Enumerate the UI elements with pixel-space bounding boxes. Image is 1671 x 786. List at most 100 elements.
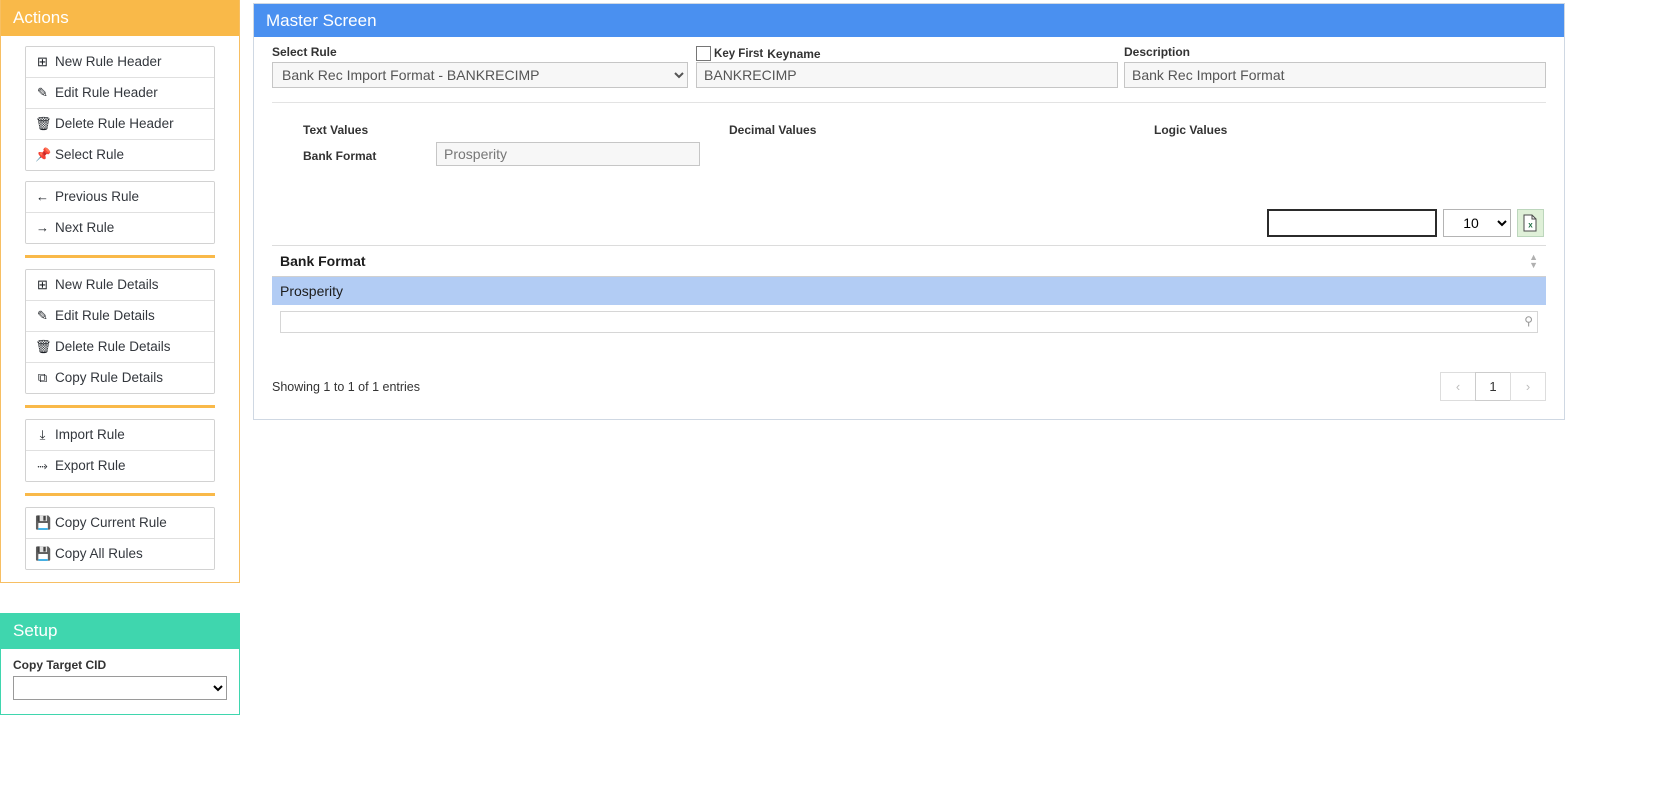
setup-panel-body: Copy Target CID <box>1 649 239 714</box>
description-field: Description <box>1124 45 1546 88</box>
copy-all-rules-button[interactable]: 💾 Copy All Rules <box>26 539 214 569</box>
bank-format-field-label: Bank Format <box>303 149 377 163</box>
bank-format-input[interactable] <box>436 142 700 166</box>
rule-form-row: Select Rule Bank Rec Import Format - BAN… <box>272 45 1546 88</box>
new-rule-details-button[interactable]: ⊞ New Rule Details <box>26 270 214 301</box>
export-rule-button[interactable]: ⤑ Export Rule <box>26 451 214 481</box>
new-rule-header-label: New Rule Header <box>55 54 162 69</box>
table-head: Bank Format ▲ ▼ <box>272 245 1546 277</box>
table-search-input[interactable] <box>1267 209 1437 237</box>
delete-rule-header-button[interactable]: 🗑 Delete Rule Header <box>26 109 214 140</box>
master-screen-body: Select Rule Bank Rec Import Format - BAN… <box>254 37 1564 419</box>
description-input[interactable] <box>1124 62 1546 88</box>
description-field-label: Description <box>1124 45 1191 59</box>
setup-panel: Setup Copy Target CID <box>0 613 240 715</box>
previous-rule-button[interactable]: ← Previous Rule <box>26 182 214 213</box>
edit-rule-header-button[interactable]: ✎ Edit Rule Header <box>26 78 214 109</box>
copy-rule-details-button[interactable]: ⧉ Copy Rule Details <box>26 363 214 393</box>
divider-2 <box>25 405 215 408</box>
select-rule-label: Select Rule <box>55 147 125 162</box>
new-rule-header-button[interactable]: ⊞ New Rule Header <box>26 47 214 78</box>
key-first-checkbox[interactable] <box>696 46 712 61</box>
plus-square-icon: ⊞ <box>37 277 48 292</box>
table-footer: Showing 1 to 1 of 1 entries ‹ 1 › <box>272 372 1546 401</box>
master-screen-panel: Master Screen Select Rule Bank Rec Impor… <box>253 3 1565 420</box>
plus-square-icon: ⊞ <box>37 54 48 69</box>
table-toolbar: 10 x <box>272 209 1546 237</box>
arrow-right-icon: → <box>36 220 49 235</box>
next-rule-button[interactable]: → Next Rule <box>26 213 214 243</box>
table-filter-row: ⚲ <box>272 305 1546 339</box>
edit-rule-header-label: Edit Rule Header <box>55 85 158 100</box>
copy-current-rule-button[interactable]: 💾 Copy Current Rule <box>26 508 214 539</box>
copy-all-rules-label: Copy All Rules <box>55 546 143 561</box>
keyname-field: Key First Keyname <box>696 46 1118 88</box>
table-foot: ⚲ <box>272 305 1546 339</box>
action-group-copy-rules: 💾 Copy Current Rule 💾 Copy All Rules <box>25 507 215 570</box>
import-rule-label: Import Rule <box>55 427 125 442</box>
text-values-heading: Text Values <box>303 123 369 137</box>
copy-current-rule-label: Copy Current Rule <box>55 515 167 530</box>
pagination: ‹ 1 › <box>1440 372 1546 401</box>
edit-rule-details-button[interactable]: ✎ Edit Rule Details <box>26 301 214 332</box>
delete-rule-header-label: Delete Rule Header <box>55 116 174 131</box>
values-columns-row: Text Values Decimal Values Logic Values … <box>272 123 1546 183</box>
copy-target-cid-select[interactable] <box>13 676 227 700</box>
bank-format-table: Bank Format ▲ ▼ Prosperity ⚲ <box>272 245 1546 339</box>
select-rule-button[interactable]: 📌 Select Rule <box>26 140 214 170</box>
actions-panel: Actions ⊞ New Rule Header ✎ Edit Rule Head… <box>0 0 240 583</box>
table-filter-cell: ⚲ <box>272 305 1546 339</box>
setup-panel-title: Setup <box>1 613 239 649</box>
keyname-field-label: Keyname <box>767 46 821 61</box>
action-group-rule-details: ⊞ New Rule Details ✎ Edit Rule Details 🗑 De… <box>25 269 215 394</box>
master-screen-title: Master Screen <box>254 4 1564 37</box>
actions-panel-body: ⊞ New Rule Header ✎ Edit Rule Header 🗑 Dele… <box>1 36 239 582</box>
copy-icon: ⧉ <box>37 370 48 385</box>
table-header-row: Bank Format ▲ ▼ <box>272 245 1546 277</box>
new-rule-details-label: New Rule Details <box>55 277 159 292</box>
keyname-input[interactable] <box>696 62 1118 88</box>
filter-wrapper: ⚲ <box>280 311 1538 333</box>
action-group-rule-header: ⊞ New Rule Header ✎ Edit Rule Header 🗑 Dele… <box>25 46 215 171</box>
download-icon: ⤓ <box>39 427 46 442</box>
delete-rule-details-button[interactable]: 🗑 Delete Rule Details <box>26 332 214 363</box>
delete-rule-details-label: Delete Rule Details <box>55 339 171 354</box>
import-rule-button[interactable]: ⤓ Import Rule <box>26 420 214 451</box>
table-row[interactable]: Prosperity <box>272 276 1546 305</box>
pencil-icon: ✎ <box>37 85 48 100</box>
trash-icon: 🗑 <box>35 116 52 131</box>
select-rule-dropdown[interactable]: Bank Rec Import Format - BANKRECIMP <box>272 62 689 88</box>
copy-target-cid-label: Copy Target CID <box>13 658 107 672</box>
action-group-navigation: ← Previous Rule → Next Rule <box>25 181 215 244</box>
copy-rule-details-label: Copy Rule Details <box>55 370 164 385</box>
pagination-page-1[interactable]: 1 <box>1475 372 1511 401</box>
excel-export-button[interactable]: x <box>1517 209 1544 237</box>
form-divider <box>272 102 1546 103</box>
select-rule-field: Select Rule Bank Rec Import Format - BAN… <box>272 45 689 88</box>
pagination-prev-button[interactable]: ‹ <box>1440 372 1476 401</box>
table-body: Prosperity <box>272 276 1546 305</box>
export-rule-label: Export Rule <box>55 458 126 473</box>
sort-icon: ▲ ▼ <box>1529 252 1538 270</box>
column-filter-input[interactable] <box>280 311 1538 333</box>
decimal-values-heading: Decimal Values <box>729 123 817 137</box>
pagination-next-button[interactable]: › <box>1510 372 1546 401</box>
upload-icon: ⤑ <box>37 458 48 473</box>
previous-rule-label: Previous Rule <box>55 189 140 204</box>
column-header-label: Bank Format <box>280 253 366 269</box>
actions-panel-title: Actions <box>1 0 239 36</box>
showing-entries-text: Showing 1 to 1 of 1 entries <box>272 379 421 394</box>
page-length-select[interactable]: 10 <box>1443 209 1511 237</box>
select-rule-field-label: Select Rule <box>272 45 337 59</box>
action-group-import-export: ⤓ Import Rule ⤑ Export Rule <box>25 419 215 482</box>
trash-icon: 🗑 <box>35 339 52 354</box>
key-first-group: Key First Keyname <box>696 46 1118 61</box>
svg-text:x: x <box>1528 221 1533 230</box>
save-icon: 💾 <box>35 546 52 561</box>
save-icon: 💾 <box>35 515 52 530</box>
arrow-left-icon: ← <box>36 189 49 204</box>
key-first-label: Key First <box>714 48 764 60</box>
pencil-icon: ✎ <box>37 308 48 323</box>
edit-rule-details-label: Edit Rule Details <box>55 308 155 323</box>
column-header-bank-format[interactable]: Bank Format ▲ ▼ <box>272 245 1546 277</box>
